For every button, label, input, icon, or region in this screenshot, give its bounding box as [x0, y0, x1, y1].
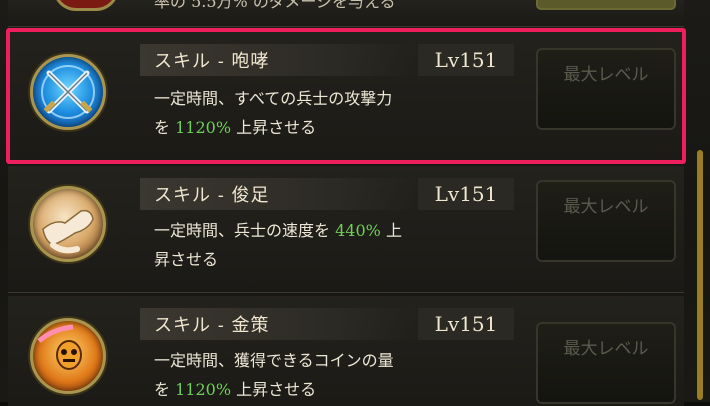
desc-prefix: を — [154, 380, 171, 399]
desc-suffix: 上昇させる — [236, 380, 317, 399]
skill-title: スキル - 俊足 — [154, 185, 270, 206]
skill-value: 1120% — [175, 380, 232, 399]
max-level-button[interactable]: 最大レベル — [536, 180, 676, 262]
skill-level: Lv151 — [418, 178, 514, 210]
skill-description: 一定時間、兵士の速度を 440% 上 昇させる — [154, 216, 494, 274]
skill-row-money[interactable]: スキル - 金策 Lv151 一定時間、獲得できるコインの量 を 1120% 上… — [8, 296, 684, 406]
desc-prefix: 一定時間、兵士の速度を — [154, 221, 331, 240]
scrollbar[interactable] — [697, 150, 703, 400]
skill-title: スキル - 金策 — [154, 315, 270, 336]
skill-row-partial: 率の 5.5万% のダメージを与える — [8, 0, 684, 27]
skill-description-line1: 一定時間、獲得できるコインの量 — [154, 351, 394, 370]
desc-suffix: 上 — [385, 221, 402, 240]
max-level-button[interactable]: 最大レベル — [536, 322, 676, 404]
skill-description-line1: 一定時間、兵士の速度を 440% 上 — [154, 216, 494, 245]
gold-idol-icon — [30, 318, 106, 394]
skill-description-line2: を 1120% 上昇させる — [154, 375, 494, 404]
selection-highlight — [6, 28, 686, 164]
skill-description: 一定時間、獲得できるコインの量 を 1120% 上昇させる — [154, 346, 494, 404]
skill-icon-partial — [53, 0, 119, 11]
skill-row-swift[interactable]: スキル - 俊足 Lv151 一定時間、兵士の速度を 440% 上 昇させる 最… — [8, 166, 684, 293]
skill-list-panel: 率の 5.5万% のダメージを与える スキル - 咆哮 Lv151 一定時間、す… — [0, 0, 710, 406]
skill-value: 440% — [335, 221, 381, 240]
upgrade-button-partial[interactable] — [536, 0, 676, 10]
running-foot-icon — [30, 186, 106, 262]
skill-level: Lv151 — [418, 308, 514, 340]
skill-description-partial: 率の 5.5万% のダメージを与える — [154, 0, 396, 11]
skill-description-line2: 昇させる — [154, 250, 219, 269]
